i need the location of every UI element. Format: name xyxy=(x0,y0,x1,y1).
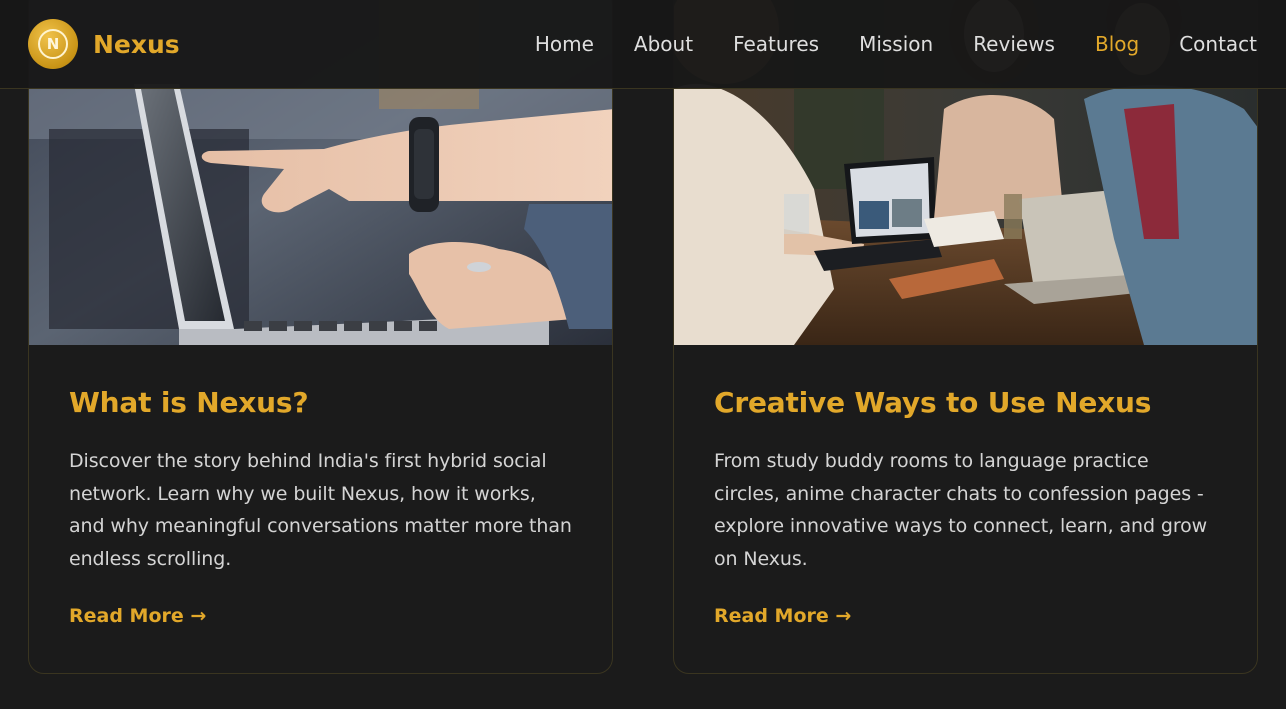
nav-item-mission[interactable]: Mission xyxy=(859,32,933,56)
read-more-link[interactable]: Read More → xyxy=(69,605,206,627)
site-header: N Nexus Home About Features Mission Revi… xyxy=(0,0,1286,89)
nav-item-about[interactable]: About xyxy=(634,32,693,56)
nav-item-contact[interactable]: Contact xyxy=(1179,32,1257,56)
nav-item-home[interactable]: Home xyxy=(535,32,594,56)
blog-cards: What is Nexus? Discover the story behind… xyxy=(0,0,1286,709)
blog-card: Creative Ways to Use Nexus From study bu… xyxy=(673,0,1258,674)
nav-item-reviews[interactable]: Reviews xyxy=(973,32,1055,56)
main-nav: Home About Features Mission Reviews Blog… xyxy=(495,0,1257,88)
logo-letter: N xyxy=(38,29,68,59)
logo-badge-icon: N xyxy=(28,19,78,69)
blog-card: What is Nexus? Discover the story behind… xyxy=(28,0,613,674)
blog-card-title: What is Nexus? xyxy=(69,386,309,419)
blog-card-excerpt: Discover the story behind India's first … xyxy=(69,450,572,570)
brand-logo[interactable]: N Nexus xyxy=(28,19,180,69)
brand-name: Nexus xyxy=(93,29,180,59)
blog-card-title: Creative Ways to Use Nexus xyxy=(714,386,1152,419)
nav-item-features[interactable]: Features xyxy=(733,32,819,56)
blog-card-body: Creative Ways to Use Nexus From study bu… xyxy=(674,345,1257,627)
nav-item-blog[interactable]: Blog xyxy=(1095,32,1139,56)
blog-card-excerpt: From study buddy rooms to language pract… xyxy=(714,450,1208,570)
blog-card-body: What is Nexus? Discover the story behind… xyxy=(29,345,612,627)
read-more-link[interactable]: Read More → xyxy=(714,605,851,627)
